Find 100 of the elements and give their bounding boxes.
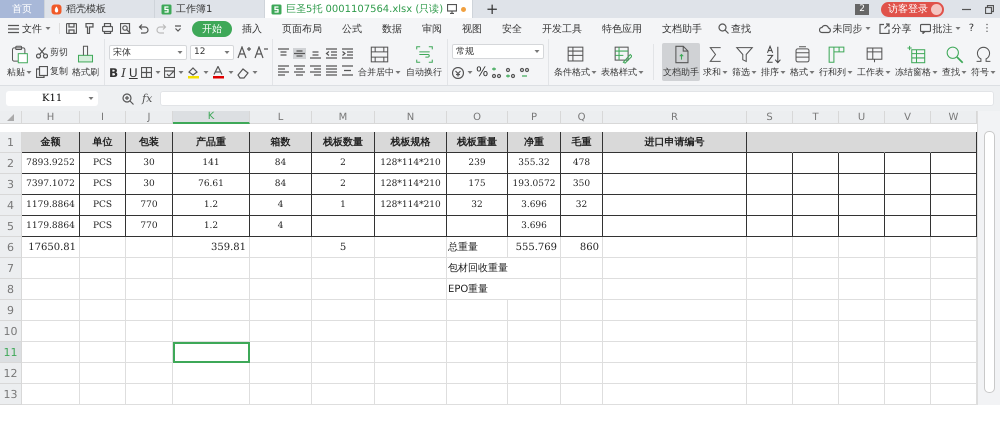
table-cell[interactable]: 包材回收重量 [447,258,561,279]
formula-input-field[interactable] [160,91,994,106]
table-cell[interactable] [603,153,747,174]
number-format-field[interactable]: 常规 [452,44,544,59]
table-cell[interactable] [561,216,603,237]
table-cell[interactable]: 128*114*210 [375,174,447,195]
more-button[interactable]: ⋮ [982,23,992,34]
table-cell[interactable] [375,216,447,237]
zoom-icon[interactable] [122,92,134,104]
table-cell[interactable]: 128*114*210 [375,195,447,216]
row-header[interactable]: 9 [0,300,22,321]
table-cell[interactable]: 84 [250,174,312,195]
cell-style-icon[interactable] [164,67,175,78]
table-cell[interactable]: 1179.8864 [22,195,80,216]
table-cell[interactable]: 770 [126,216,173,237]
menu-tab[interactable]: 数据 [372,20,412,36]
table-cell[interactable]: 4 [250,195,312,216]
table-cell[interactable]: 32 [561,195,603,216]
table-cell[interactable]: 555.769 [508,237,561,258]
table-cell[interactable]: PCS [80,216,126,237]
table-cell[interactable]: 产品重 [173,132,250,153]
toolbar-button[interactable]: 工作表 [856,43,892,81]
table-cell[interactable]: 30 [126,174,173,195]
row-header[interactable]: 12 [0,363,22,384]
menu-tab[interactable]: 开发工具 [532,20,592,36]
decrease-font-icon[interactable] [254,46,268,58]
share-icon[interactable] [878,23,890,34]
wrap-text-button[interactable]: 自动换行 [405,43,443,81]
table-cell[interactable]: 毛重 [561,132,603,153]
table-cell[interactable] [747,174,793,195]
underline-button[interactable]: U [128,66,138,80]
column-header[interactable]: Q [561,111,603,124]
table-cell[interactable]: PCS [80,195,126,216]
name-box[interactable]: K11 [6,91,98,106]
search-icon[interactable] [718,23,729,34]
table-cell[interactable]: 860 [561,237,603,258]
menu-tab[interactable]: 公式 [332,20,372,36]
table-cell[interactable]: 128*114*210 [375,153,447,174]
table-cell[interactable] [839,174,885,195]
align-right-icon[interactable] [309,65,322,76]
column-header[interactable]: T [793,111,839,124]
increase-decimal-icon[interactable] [505,66,516,78]
menu-tab[interactable]: 页面布局 [272,20,332,36]
cut-button[interactable]: 剪切 [36,46,68,59]
share-button[interactable]: 分享 [892,22,912,36]
font-name-field[interactable]: 宋体 [109,44,187,60]
toolbar-button[interactable]: 表格样式 [600,43,645,81]
distribute-icon[interactable] [341,65,354,76]
menu-tab[interactable]: 视图 [452,20,492,36]
table-cell[interactable]: 1 [312,195,375,216]
row-header[interactable]: 13 [0,384,22,405]
menu-tab[interactable]: 审阅 [412,20,452,36]
copy-button[interactable]: 复制 [36,65,68,78]
scrollbar-thumb[interactable] [984,131,994,393]
toolbar-button[interactable]: 排序 [760,43,787,81]
menu-tab[interactable]: 文档助手 [652,20,712,36]
table-cell[interactable]: 175 [447,174,508,195]
table-cell[interactable]: 7893.9252 [22,153,80,174]
row-header[interactable]: 3 [0,174,22,195]
table-cell[interactable]: 栈板数量 [312,132,375,153]
table-cell[interactable]: 单位 [80,132,126,153]
menu-tab[interactable]: 安全 [492,20,532,36]
table-cell[interactable]: 193.0572 [508,174,561,195]
table-cell[interactable]: 350 [561,174,603,195]
help-button[interactable]: ? [968,23,974,34]
dropdown-icon[interactable] [174,24,182,33]
table-cell[interactable]: 84 [250,153,312,174]
percent-button[interactable]: % [476,65,488,80]
toolbar-button[interactable]: 求和 [702,43,729,81]
select-all-corner[interactable] [0,111,22,124]
column-header[interactable]: L [250,111,312,124]
toolbar-button[interactable]: 文档助手 [662,43,700,81]
table-cell[interactable]: 箱数 [250,132,312,153]
table-cell[interactable] [747,195,793,216]
row-header[interactable]: 8 [0,279,22,300]
column-header[interactable]: J [126,111,173,124]
row-header[interactable]: 4 [0,195,22,216]
table-cell[interactable] [603,195,747,216]
print-icon[interactable] [102,23,113,34]
restore-icon[interactable] [985,4,994,14]
eraser-icon[interactable] [236,66,249,78]
table-cell[interactable] [839,153,885,174]
table-cell[interactable] [931,132,977,153]
table-cell[interactable]: 金额 [22,132,80,153]
table-cell[interactable] [747,153,793,174]
table-cell[interactable]: 355.32 [508,153,561,174]
table-cell[interactable]: 7397.1072 [22,174,80,195]
table-cell[interactable]: 1179.8864 [22,216,80,237]
row-header[interactable]: 5 [0,216,22,237]
table-cell[interactable]: 2 [312,174,375,195]
table-cell[interactable]: 4 [250,216,312,237]
table-cell[interactable] [793,153,839,174]
table-cell[interactable] [839,216,885,237]
font-size-field[interactable]: 12 [190,44,234,60]
brush-icon[interactable] [84,23,95,34]
redo-icon[interactable] [156,23,167,34]
menu-tab[interactable]: 特色应用 [592,20,652,36]
column-header[interactable]: P [508,111,561,124]
column-header[interactable]: N [375,111,447,124]
table-cell[interactable] [312,216,375,237]
